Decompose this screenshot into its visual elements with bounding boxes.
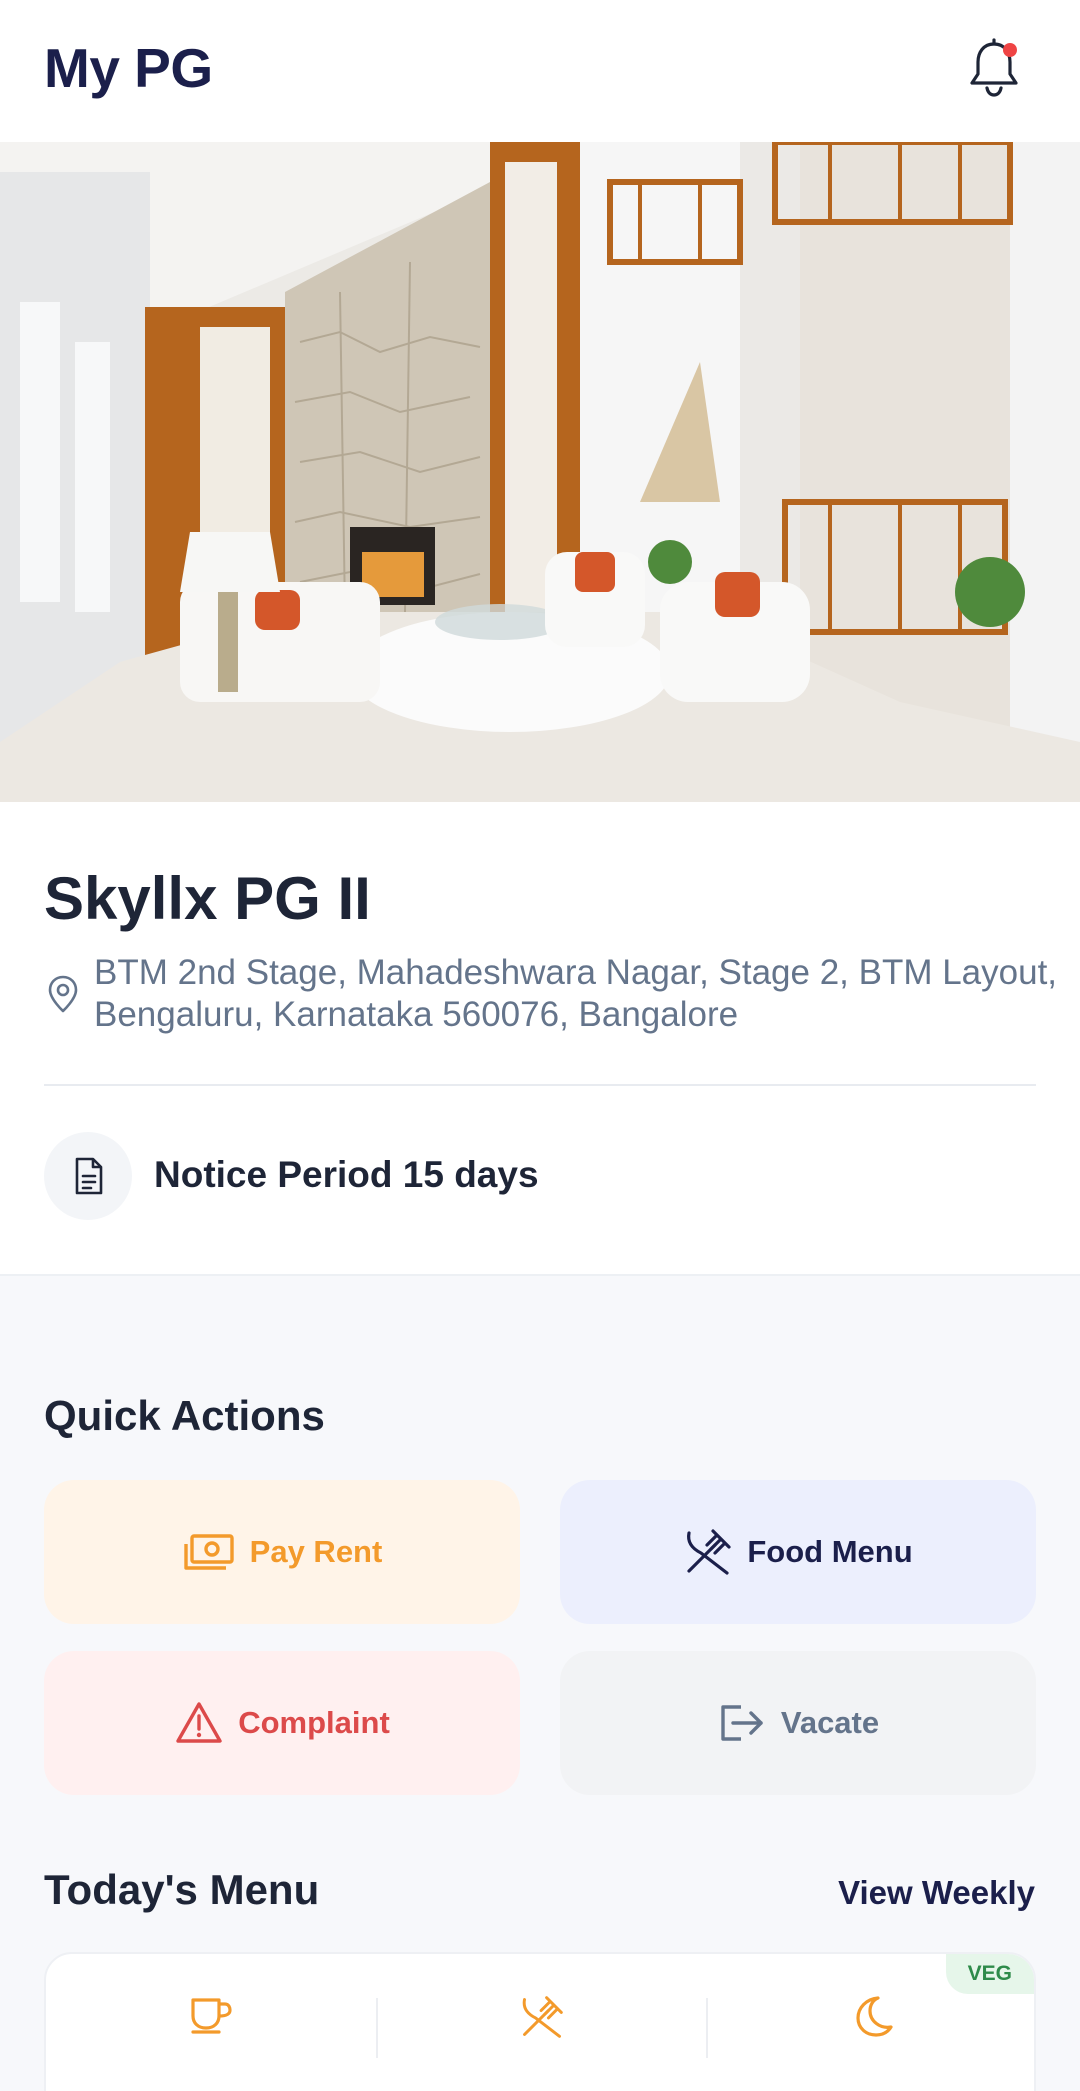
breakfast-column[interactable]: [46, 1994, 376, 2074]
food-menu-label: Food Menu: [747, 1534, 913, 1569]
pay-rent-label: Pay Rent: [249, 1534, 383, 1569]
view-weekly-link[interactable]: View Weekly: [838, 1874, 1035, 1912]
document-icon: [75, 1157, 103, 1195]
page-title: My PG: [44, 37, 213, 99]
complaint-label: Complaint: [238, 1705, 390, 1740]
lunch-column[interactable]: [377, 1994, 707, 2074]
todays-menu-card: VEG: [44, 1952, 1036, 2091]
property-photo: [0, 142, 1080, 802]
fork-knife-icon: [522, 1996, 563, 2038]
property-name: Skyllx PG II: [44, 865, 371, 932]
location-pin-icon: [48, 975, 78, 1013]
moon-icon: [856, 1996, 893, 2037]
cup-icon: [191, 1998, 232, 2034]
divider: [44, 1084, 1036, 1086]
unread-dot: [1003, 43, 1017, 57]
veg-badge: VEG: [945, 1954, 1034, 1994]
complaint-button[interactable]: Complaint: [44, 1651, 520, 1795]
food-menu-button[interactable]: Food Menu: [560, 1480, 1036, 1624]
fork-knife-icon: [687, 1529, 731, 1575]
notice-period: Notice Period 15 days: [154, 1154, 539, 1195]
property-address: BTM 2nd Stage, Mahadeshwara Nagar, Stage…: [94, 953, 1058, 1034]
quick-actions-title: Quick Actions: [44, 1392, 325, 1439]
logout-icon: [721, 1705, 763, 1741]
property-info-card: Skyllx PG II BTM 2nd Stage, Mahadeshwara…: [0, 802, 1080, 1276]
notification-button[interactable]: [964, 36, 1024, 100]
todays-menu-title: Today's Menu: [44, 1866, 320, 1913]
vacate-button[interactable]: Vacate: [560, 1651, 1036, 1795]
vacate-label: Vacate: [780, 1705, 880, 1740]
notice-icon-badge: [44, 1132, 132, 1220]
dinner-column[interactable]: [707, 1994, 1037, 2074]
warning-icon: [176, 1702, 222, 1743]
pay-rent-button[interactable]: Pay Rent: [44, 1480, 520, 1624]
app-header: My PG: [0, 0, 1080, 142]
cash-icon: [183, 1534, 234, 1570]
bell-icon: [970, 38, 1018, 97]
